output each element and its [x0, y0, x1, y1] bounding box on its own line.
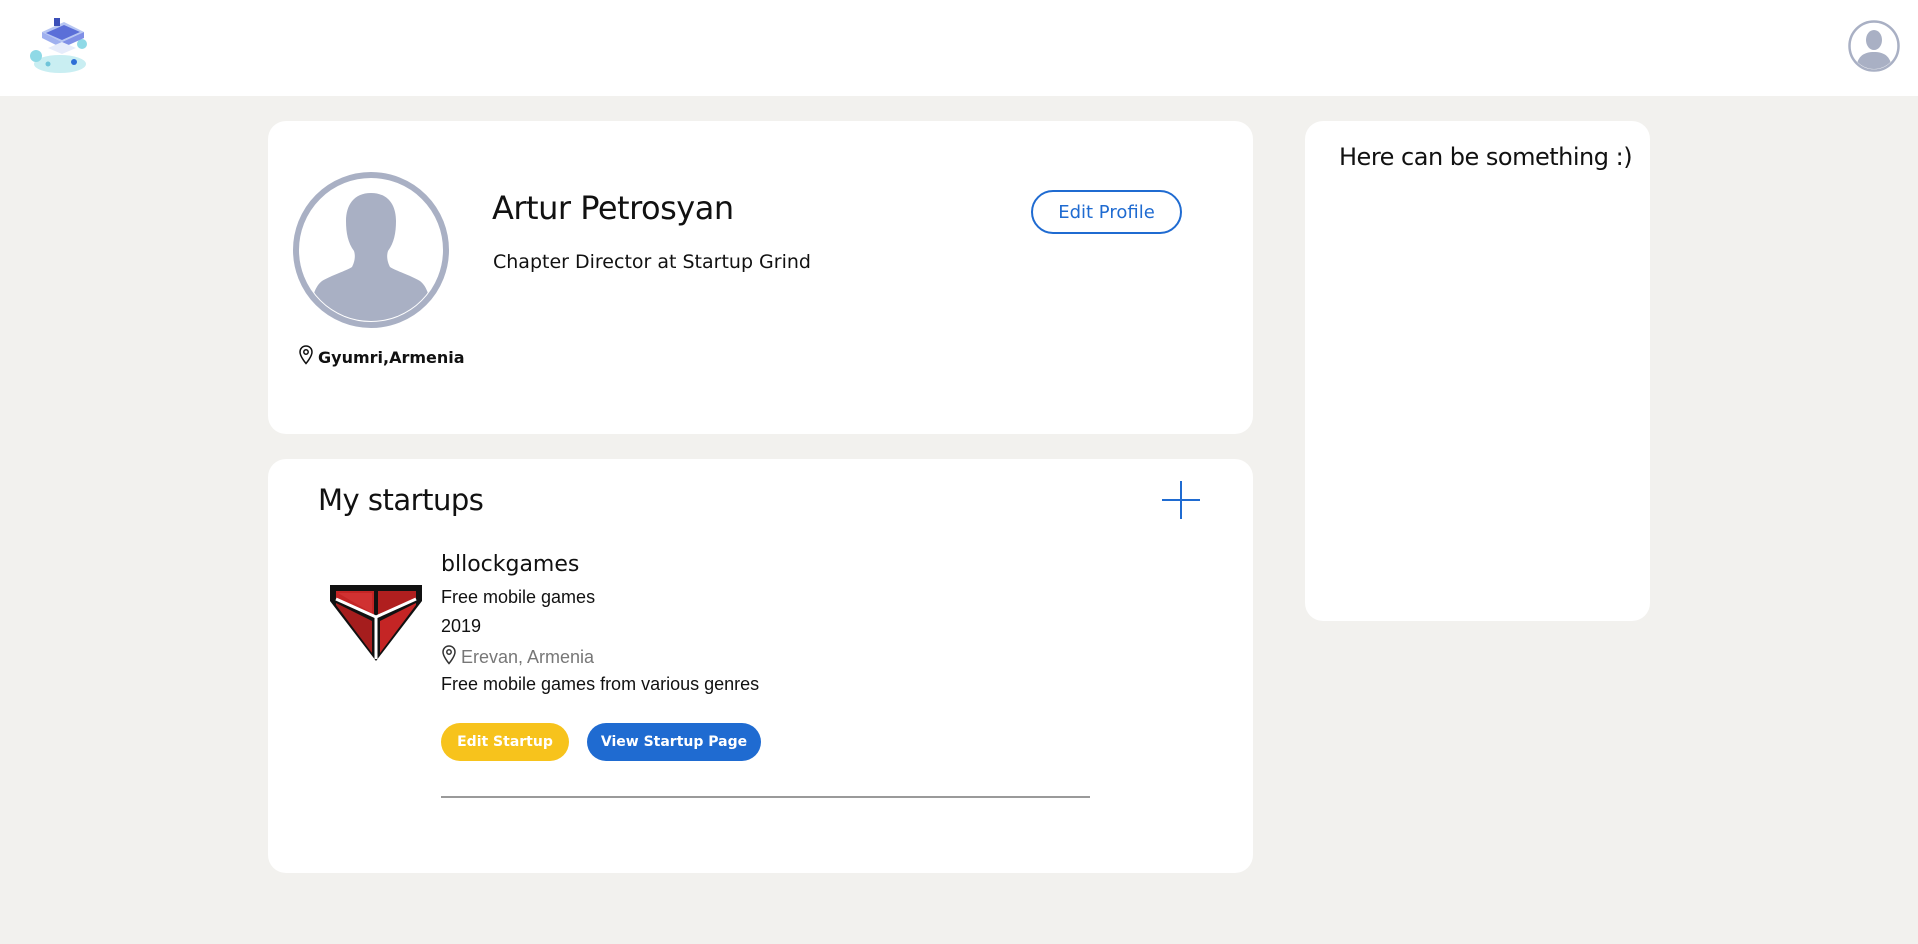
- my-startups-card: My startups bllockgames Free mobile game…: [268, 459, 1253, 873]
- side-panel-title: Here can be something :): [1339, 143, 1633, 171]
- profile-location-text: Gyumri,Armenia: [318, 347, 465, 367]
- side-panel-card: Here can be something :): [1305, 121, 1650, 621]
- add-startup-plus-icon[interactable]: [1160, 479, 1202, 521]
- profile-card: Gyumri,Armenia Artur Petrosyan Chapter D…: [268, 121, 1253, 434]
- edit-profile-button[interactable]: Edit Profile: [1031, 190, 1182, 234]
- top-navbar: [0, 0, 1918, 96]
- person-silhouette-icon: [292, 171, 450, 329]
- startup-divider: [441, 796, 1090, 798]
- startup-name[interactable]: bllockgames: [441, 552, 579, 577]
- startup-location: Erevan, Armenia: [441, 645, 594, 670]
- view-startup-page-button[interactable]: View Startup Page: [587, 723, 761, 761]
- profile-name: Artur Petrosyan: [492, 189, 734, 227]
- laptop-logo-icon[interactable]: [28, 14, 92, 76]
- map-pin-icon: [441, 645, 457, 670]
- map-pin-icon: [298, 345, 314, 369]
- edit-startup-button[interactable]: Edit Startup: [441, 723, 569, 761]
- user-avatar-icon[interactable]: [1848, 20, 1900, 72]
- profile-location: Gyumri,Armenia: [298, 345, 465, 369]
- startup-description: Free mobile games from various genres: [441, 674, 760, 694]
- profile-job-title: Chapter Director at Startup Grind: [493, 251, 811, 273]
- startup-location-text: Erevan, Armenia: [461, 647, 595, 667]
- startup-tagline: Free mobile games: [441, 587, 596, 607]
- my-startups-heading: My startups: [318, 483, 484, 517]
- startup-year: 2019: [441, 616, 482, 636]
- red-hexagon-logo-icon: [328, 571, 424, 667]
